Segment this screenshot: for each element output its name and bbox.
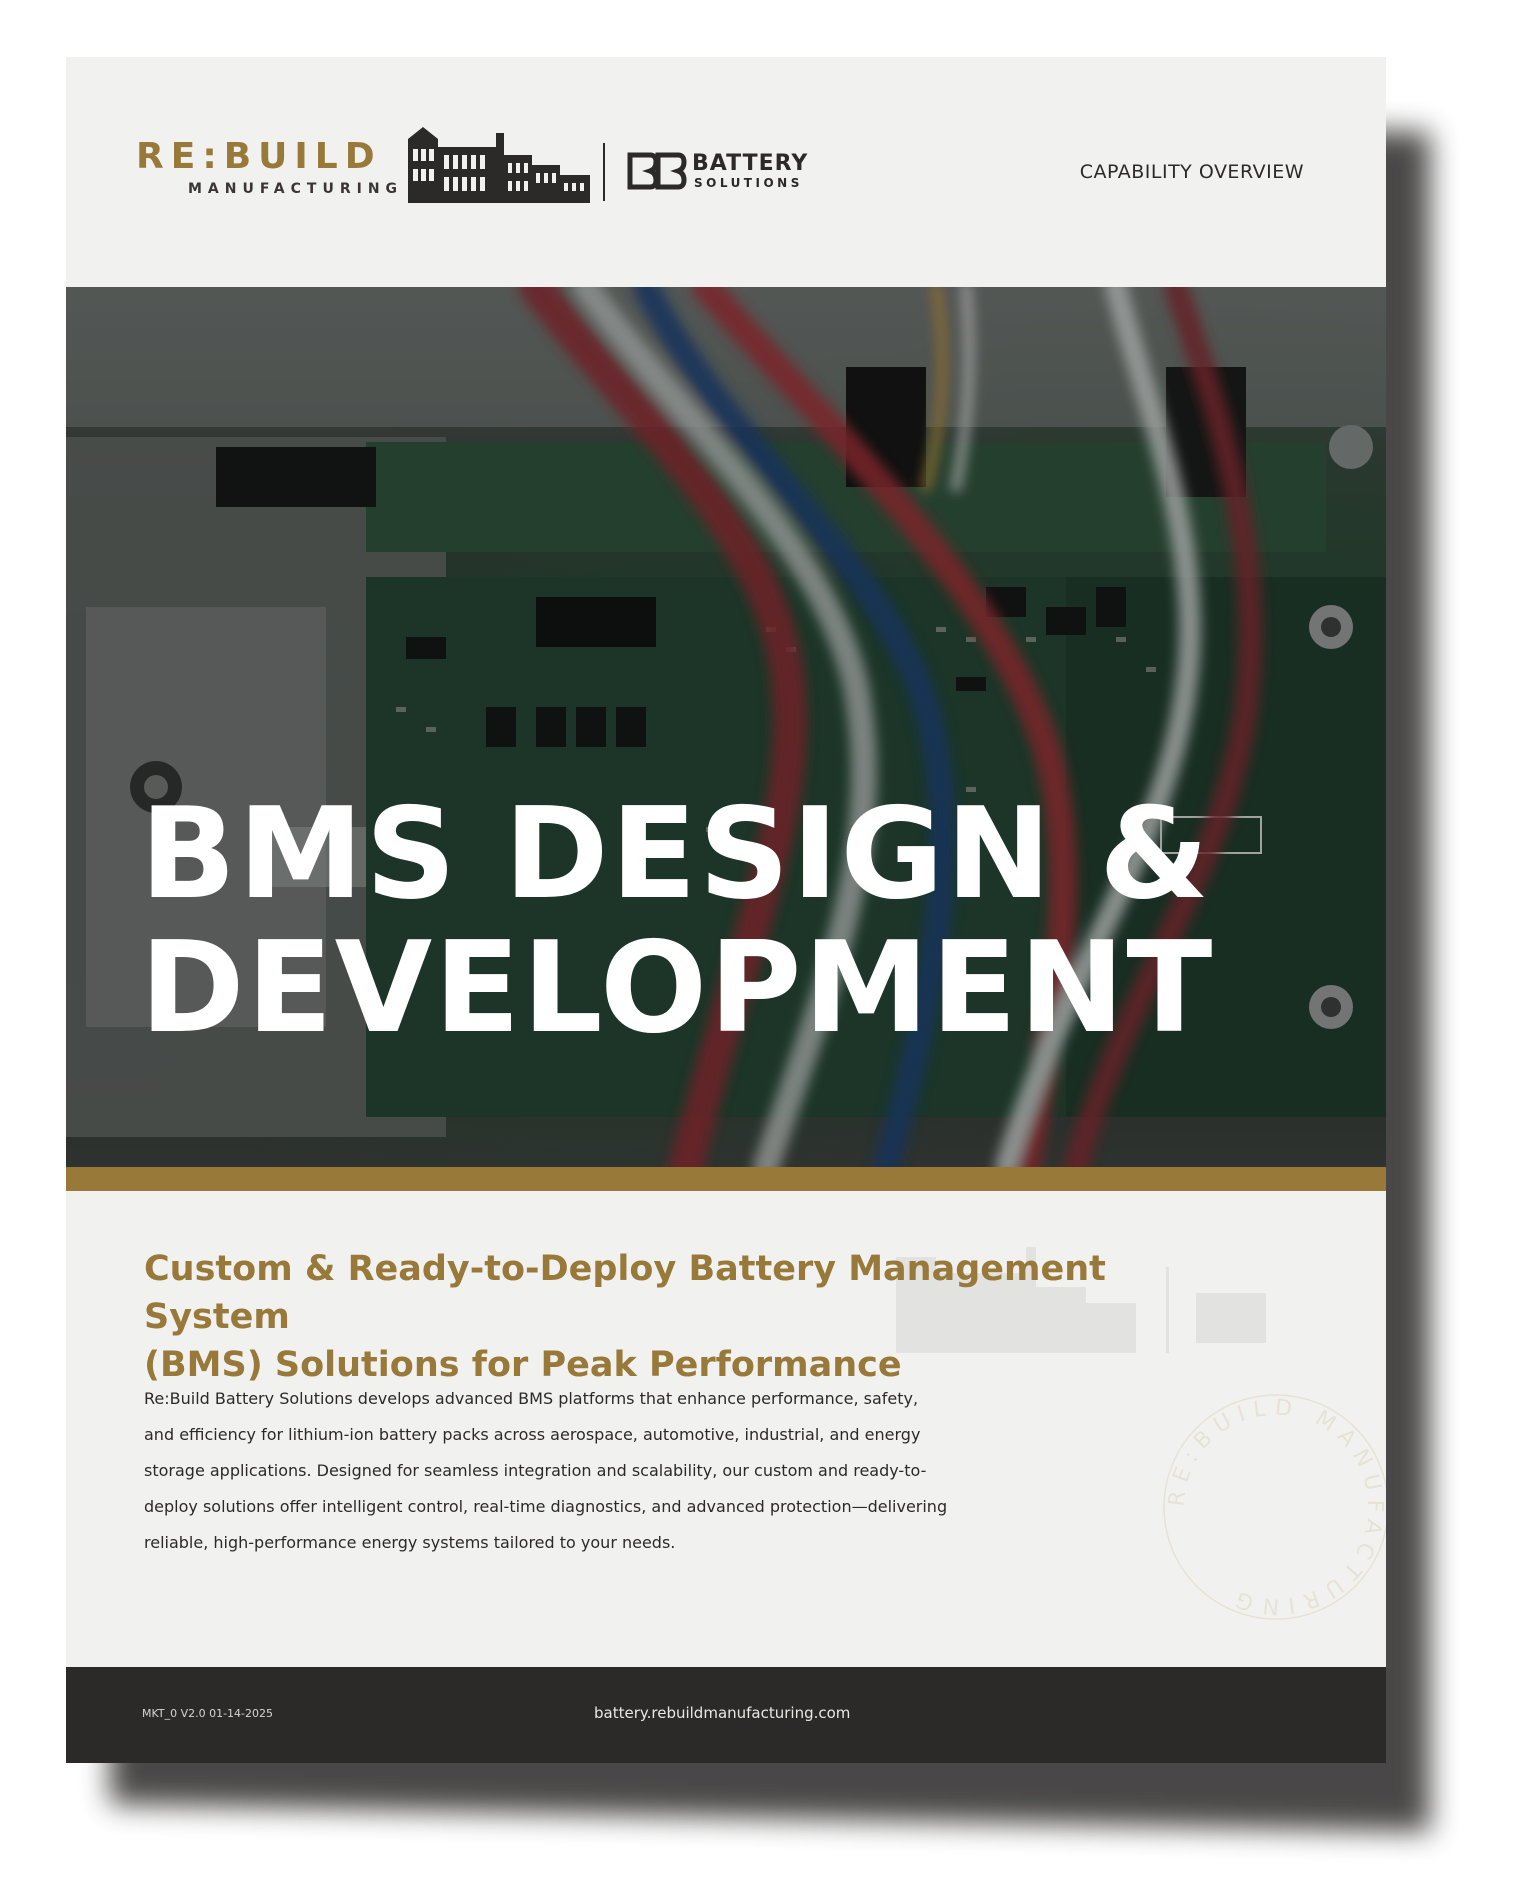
battery-logo-sub: SOLUTIONS [694,176,803,190]
seal-watermark: RE:BUILD MANUFACTURING [1163,1394,1386,1620]
rebuild-logo: RE:BUILD MANUFACTURING [136,136,404,198]
intro-paragraph: Re:Build Battery Solutions develops adva… [144,1381,1044,1561]
rebuild-logo-sub: MANUFACTURING [188,181,404,197]
hero-title: BMS DESIGN & DEVELOPMENT [140,787,1214,1055]
brochure-page: RE:BUILD MANUFACTURING BATTERY SOLUTIONS… [66,57,1386,1763]
section-subtitle: Custom & Ready-to-Deploy Battery Managem… [144,1245,1244,1389]
rebuild-logo-word: RE:BUILD [136,136,382,177]
paragraph-line: deploy solutions offer intelligent contr… [144,1497,948,1516]
website-link[interactable]: battery.rebuildmanufacturing.com [594,1704,850,1722]
page-header: RE:BUILD MANUFACTURING BATTERY SOLUTIONS… [66,57,1386,287]
battery-logo-word: BATTERY [692,151,809,176]
battery-solutions-logo: BATTERY SOLUTIONS [626,151,807,195]
hero-title-line-1: BMS DESIGN & [140,780,1211,927]
paragraph-line: and efficiency for lithium-ion battery p… [144,1425,921,1444]
paragraph-line: reliable, high-performance energy system… [144,1533,676,1552]
svg-text:RE:BUILD MANUFACTURING: RE:BUILD MANUFACTURING [1164,1395,1386,1618]
battery-solutions-mark-icon [627,152,687,190]
version-code: MKT_0 V2.0 01-14-2025 [142,1707,274,1720]
gold-accent-bar [66,1167,1386,1191]
hero-title-line-2: DEVELOPMENT [140,914,1215,1061]
document-type-label: CAPABILITY OVERVIEW [1079,161,1304,183]
paragraph-line: storage applications. Designed for seaml… [144,1461,927,1480]
hero-image: BMS DESIGN & DEVELOPMENT [66,287,1386,1167]
factory-icon [408,127,590,203]
paragraph-line: Re:Build Battery Solutions develops adva… [144,1389,919,1408]
seal-text: RE:BUILD MANUFACTURING [1164,1395,1379,1618]
page-footer: MKT_0 V2.0 01-14-2025 battery.rebuildman… [66,1667,1386,1763]
subtitle-line-1: Custom & Ready-to-Deploy Battery Managem… [144,1249,1106,1337]
logo-divider [603,143,605,201]
